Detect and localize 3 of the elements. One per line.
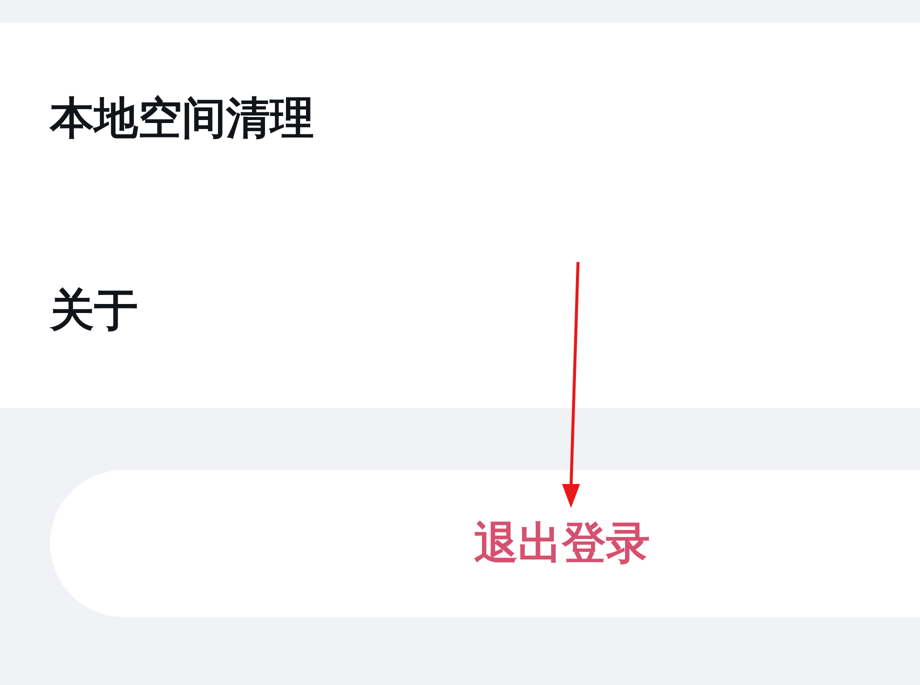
settings-item[interactable]: 本地空间清理 xyxy=(50,92,314,146)
logout-button[interactable]: 退出登录 xyxy=(50,470,920,617)
settings-item[interactable]: 关于 xyxy=(50,285,138,338)
